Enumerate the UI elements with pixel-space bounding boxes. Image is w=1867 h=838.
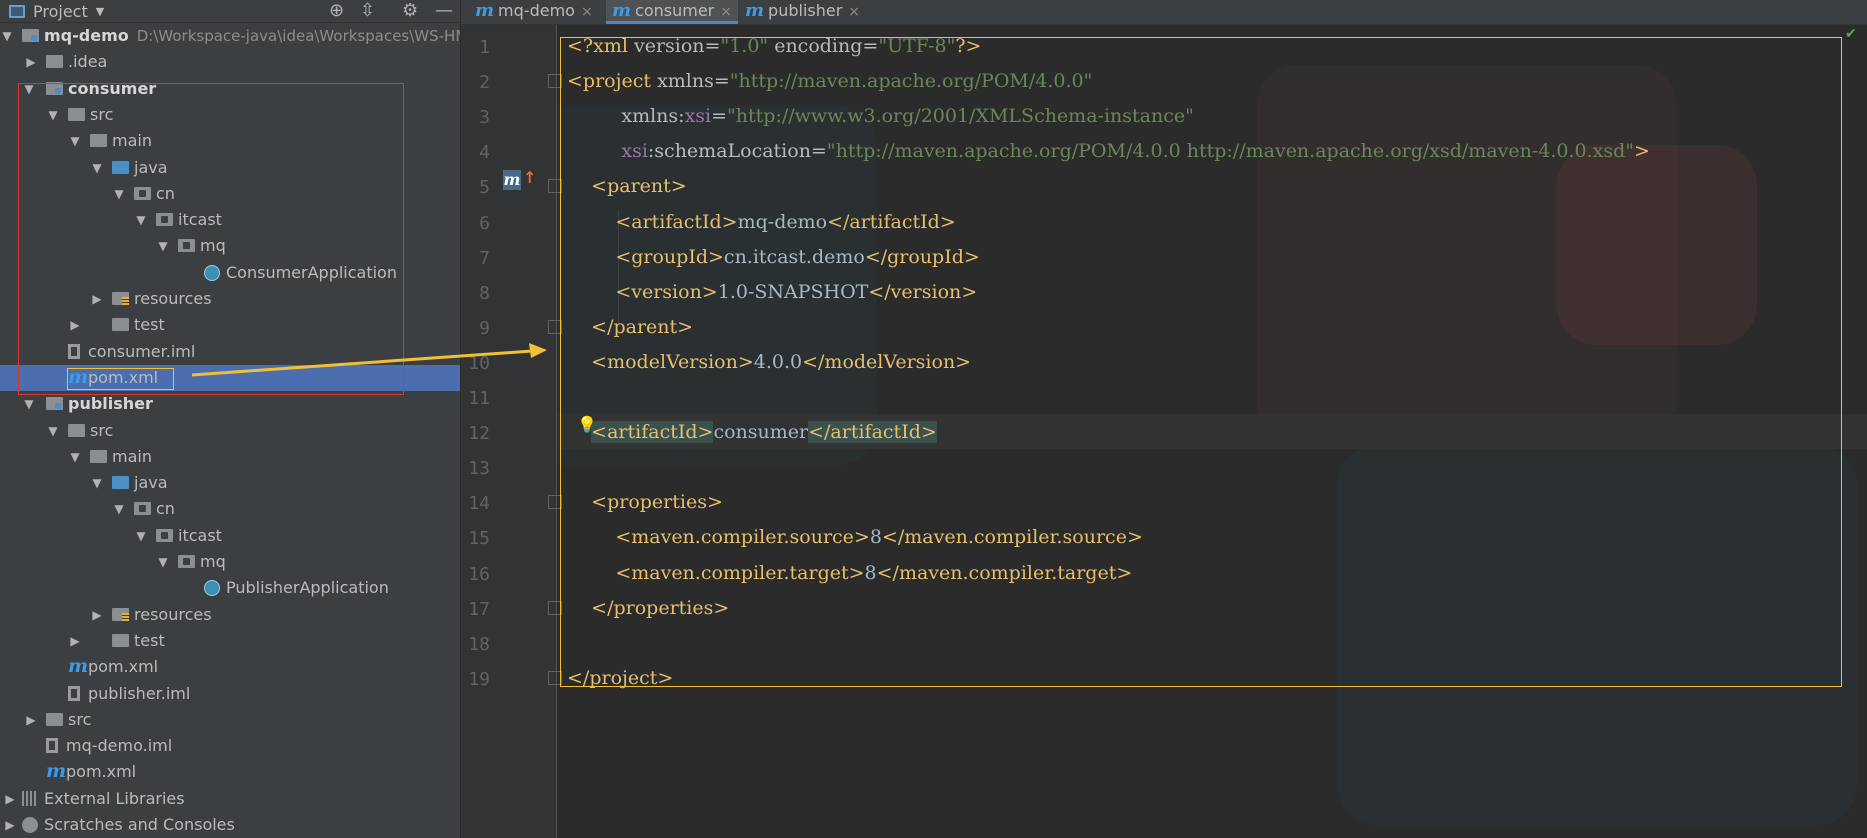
annotation-arrow	[191, 343, 547, 377]
